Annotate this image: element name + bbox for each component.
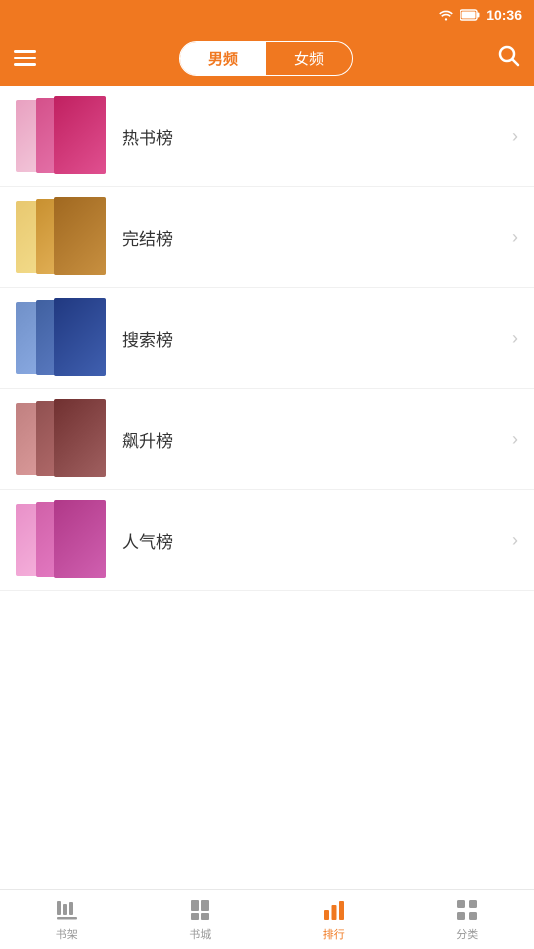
cover-front xyxy=(54,96,106,174)
book-covers-complete xyxy=(16,197,106,277)
chevron-right-icon: › xyxy=(512,328,518,349)
item-label-popular: 人气榜 xyxy=(122,528,504,553)
nav-label-ranking: 排行 xyxy=(323,926,345,942)
book-covers-popular xyxy=(16,500,106,580)
menu-button[interactable] xyxy=(14,50,36,66)
nav-label-bookstore: 书城 xyxy=(189,926,211,942)
tab-male[interactable]: 男频 xyxy=(180,42,266,75)
item-label-hot: 热书榜 xyxy=(122,124,504,149)
nav-label-bookshelf: 书架 xyxy=(56,926,78,942)
search-icon xyxy=(496,43,520,67)
cover-front xyxy=(54,197,106,275)
list-item-popular[interactable]: 人气榜 › xyxy=(0,490,534,591)
category-icon xyxy=(454,897,480,923)
chevron-right-icon: › xyxy=(512,429,518,450)
search-button[interactable] xyxy=(496,43,520,73)
status-time: 10:36 xyxy=(486,7,522,23)
item-label-rising: 飙升榜 xyxy=(122,427,504,452)
battery-icon xyxy=(460,9,480,21)
bookshelf-icon xyxy=(54,897,80,923)
status-bar: 10:36 xyxy=(0,0,534,30)
nav-item-category[interactable]: 分类 xyxy=(401,891,534,948)
main-content: 热书榜 › 完结榜 › 搜索榜 › xyxy=(0,86,534,889)
item-label-search: 搜索榜 xyxy=(122,326,504,351)
book-covers-hot xyxy=(16,96,106,176)
wifi-icon xyxy=(438,9,454,21)
list-item-rising[interactable]: 飙升榜 › xyxy=(0,389,534,490)
book-covers-rising xyxy=(16,399,106,479)
tab-female[interactable]: 女频 xyxy=(266,42,352,75)
nav-item-ranking[interactable]: 排行 xyxy=(267,891,401,948)
book-covers-search xyxy=(16,298,106,378)
bottom-nav: 书架 书城 排行 分类 xyxy=(0,889,534,949)
cover-front xyxy=(54,500,106,578)
list-item-complete[interactable]: 完结榜 › xyxy=(0,187,534,288)
list-item-search[interactable]: 搜索榜 › xyxy=(0,288,534,389)
nav-item-bookshelf[interactable]: 书架 xyxy=(0,891,134,948)
nav-item-bookstore[interactable]: 书城 xyxy=(134,891,268,948)
ranking-icon xyxy=(321,897,347,923)
bookstore-icon xyxy=(187,897,213,923)
list-item-hot[interactable]: 热书榜 › xyxy=(0,86,534,187)
header: 男频 女频 xyxy=(0,30,534,86)
chevron-right-icon: › xyxy=(512,530,518,551)
status-icons: 10:36 xyxy=(438,7,522,23)
chevron-right-icon: › xyxy=(512,126,518,147)
chevron-right-icon: › xyxy=(512,227,518,248)
cover-front xyxy=(54,298,106,376)
nav-label-category: 分类 xyxy=(456,926,478,942)
item-label-complete: 完结榜 xyxy=(122,225,504,250)
cover-front xyxy=(54,399,106,477)
tab-switcher: 男频 女频 xyxy=(179,41,353,76)
